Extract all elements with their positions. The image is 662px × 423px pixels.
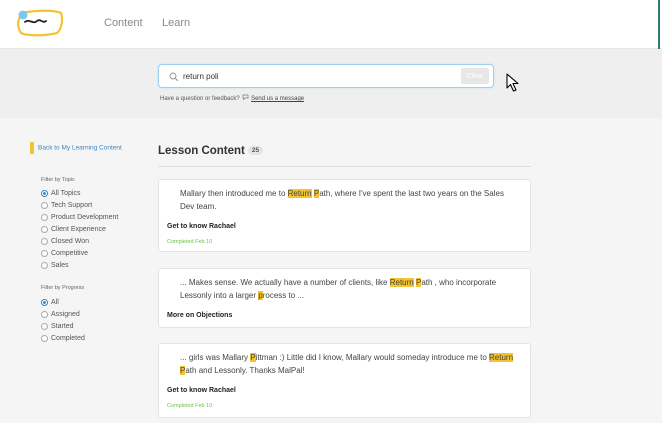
- search-highlight: Return: [389, 278, 414, 287]
- search-highlight: Return: [287, 189, 312, 198]
- topic-filter-option[interactable]: All Topics: [41, 190, 80, 197]
- topic-filter-radio[interactable]: [41, 226, 48, 233]
- lessonly-logo-icon[interactable]: [15, 9, 64, 37]
- progress-filter-option[interactable]: Completed: [41, 335, 85, 342]
- back-to-learning-link[interactable]: Back to My Learning Content: [30, 142, 122, 154]
- progress-filter-label: Started: [51, 323, 74, 330]
- lesson-card[interactable]: ... Makes sense. We actually have a numb…: [158, 268, 531, 328]
- progress-filter-radio[interactable]: [41, 323, 48, 330]
- progress-filter-label: Assigned: [51, 311, 80, 318]
- lesson-title[interactable]: More on Objections: [167, 312, 232, 319]
- snippet-text: ... girls was Mallary: [180, 353, 251, 362]
- lesson-card[interactable]: ... girls was Mallary Pittman :) Little …: [158, 343, 531, 418]
- lesson-snippet: ... girls was Mallary Pittman :) Little …: [180, 351, 520, 377]
- progress-filter-radio[interactable]: [41, 311, 48, 318]
- lesson-content-title: Lesson Content 25: [158, 145, 264, 157]
- progress-filter-label: Completed: [51, 335, 85, 342]
- filter-progress-title: Filter by Progress: [41, 285, 85, 291]
- feedback-line: Have a question or feedback? Send us a m…: [160, 94, 304, 102]
- snippet-text: ittman :) Little did I know, Mallary wou…: [255, 353, 490, 362]
- lesson-card[interactable]: Mallary then introduced me to Return Pat…: [158, 179, 531, 252]
- topic-filter-radio[interactable]: [41, 202, 48, 209]
- lesson-title[interactable]: Get to know Rachael: [167, 223, 236, 230]
- topic-filter-label: Client Experience: [51, 226, 106, 233]
- top-navigation-bar: Content Learn: [0, 0, 662, 49]
- progress-filter-option[interactable]: Assigned: [41, 311, 80, 318]
- topic-filter-radio[interactable]: [41, 214, 48, 221]
- topic-filter-label: Closed Won: [51, 238, 90, 245]
- nav-learn-link[interactable]: Learn: [162, 17, 190, 29]
- topic-filter-label: All Topics: [51, 190, 81, 197]
- topic-filter-option[interactable]: Client Experience: [41, 226, 106, 233]
- topic-filter-option[interactable]: Tech Support: [41, 202, 92, 209]
- lesson-count-badge: 25: [247, 146, 264, 156]
- completion-status: Completed Feb 10: [167, 239, 213, 245]
- topic-filter-option[interactable]: Product Development: [41, 214, 118, 221]
- topic-filter-radio[interactable]: [41, 190, 48, 197]
- lesson-title[interactable]: Get to know Rachael: [167, 387, 236, 394]
- topic-filter-label: Sales: [51, 262, 69, 269]
- topic-filter-label: Product Development: [51, 214, 119, 221]
- progress-filter-label: All: [51, 299, 59, 306]
- topic-filter-option[interactable]: Sales: [41, 262, 69, 269]
- topic-filter-label: Competitive: [51, 250, 88, 257]
- back-marker-icon: [30, 142, 34, 154]
- lesson-snippet: ... Makes sense. We actually have a numb…: [180, 276, 520, 302]
- lesson-content-label: Lesson Content: [158, 145, 245, 157]
- search-input[interactable]: [183, 68, 453, 84]
- chat-icon: [241, 94, 249, 102]
- search-highlight: Return: [489, 353, 514, 362]
- topic-filter-radio[interactable]: [41, 262, 48, 269]
- snippet-text: ... Makes sense. We actually have a numb…: [180, 278, 390, 287]
- topic-filter-radio[interactable]: [41, 238, 48, 245]
- filter-topic-title: Filter by Topic: [41, 177, 75, 183]
- search-box[interactable]: Clear: [158, 64, 494, 88]
- clear-button[interactable]: Clear: [461, 68, 489, 84]
- title-divider: [158, 166, 531, 167]
- progress-filter-option[interactable]: Started: [41, 323, 74, 330]
- progress-filter-radio[interactable]: [41, 299, 48, 306]
- snippet-text: Mallary then introduced me to: [180, 189, 288, 198]
- topic-filter-label: Tech Support: [51, 202, 93, 209]
- snippet-text: ath and Lessonly. Thanks MalPal!: [185, 366, 305, 375]
- search-icon: [168, 70, 180, 82]
- lesson-snippet: Mallary then introduced me to Return Pat…: [180, 187, 520, 213]
- progress-filter-option[interactable]: All: [41, 299, 59, 306]
- topic-filter-option[interactable]: Closed Won: [41, 238, 89, 245]
- nav-content-link[interactable]: Content: [104, 17, 143, 29]
- feedback-prefix: Have a question or feedback?: [160, 96, 240, 102]
- topic-filter-option[interactable]: Competitive: [41, 250, 88, 257]
- completion-status: Completed Feb 10: [167, 403, 213, 409]
- progress-filter-radio[interactable]: [41, 335, 48, 342]
- back-link-label: Back to My Learning Content: [38, 144, 122, 152]
- topic-filter-radio[interactable]: [41, 250, 48, 257]
- send-message-link[interactable]: Send us a message: [251, 96, 304, 102]
- snippet-text: rocess to ...: [262, 291, 305, 300]
- mouse-pointer-icon: [506, 73, 522, 93]
